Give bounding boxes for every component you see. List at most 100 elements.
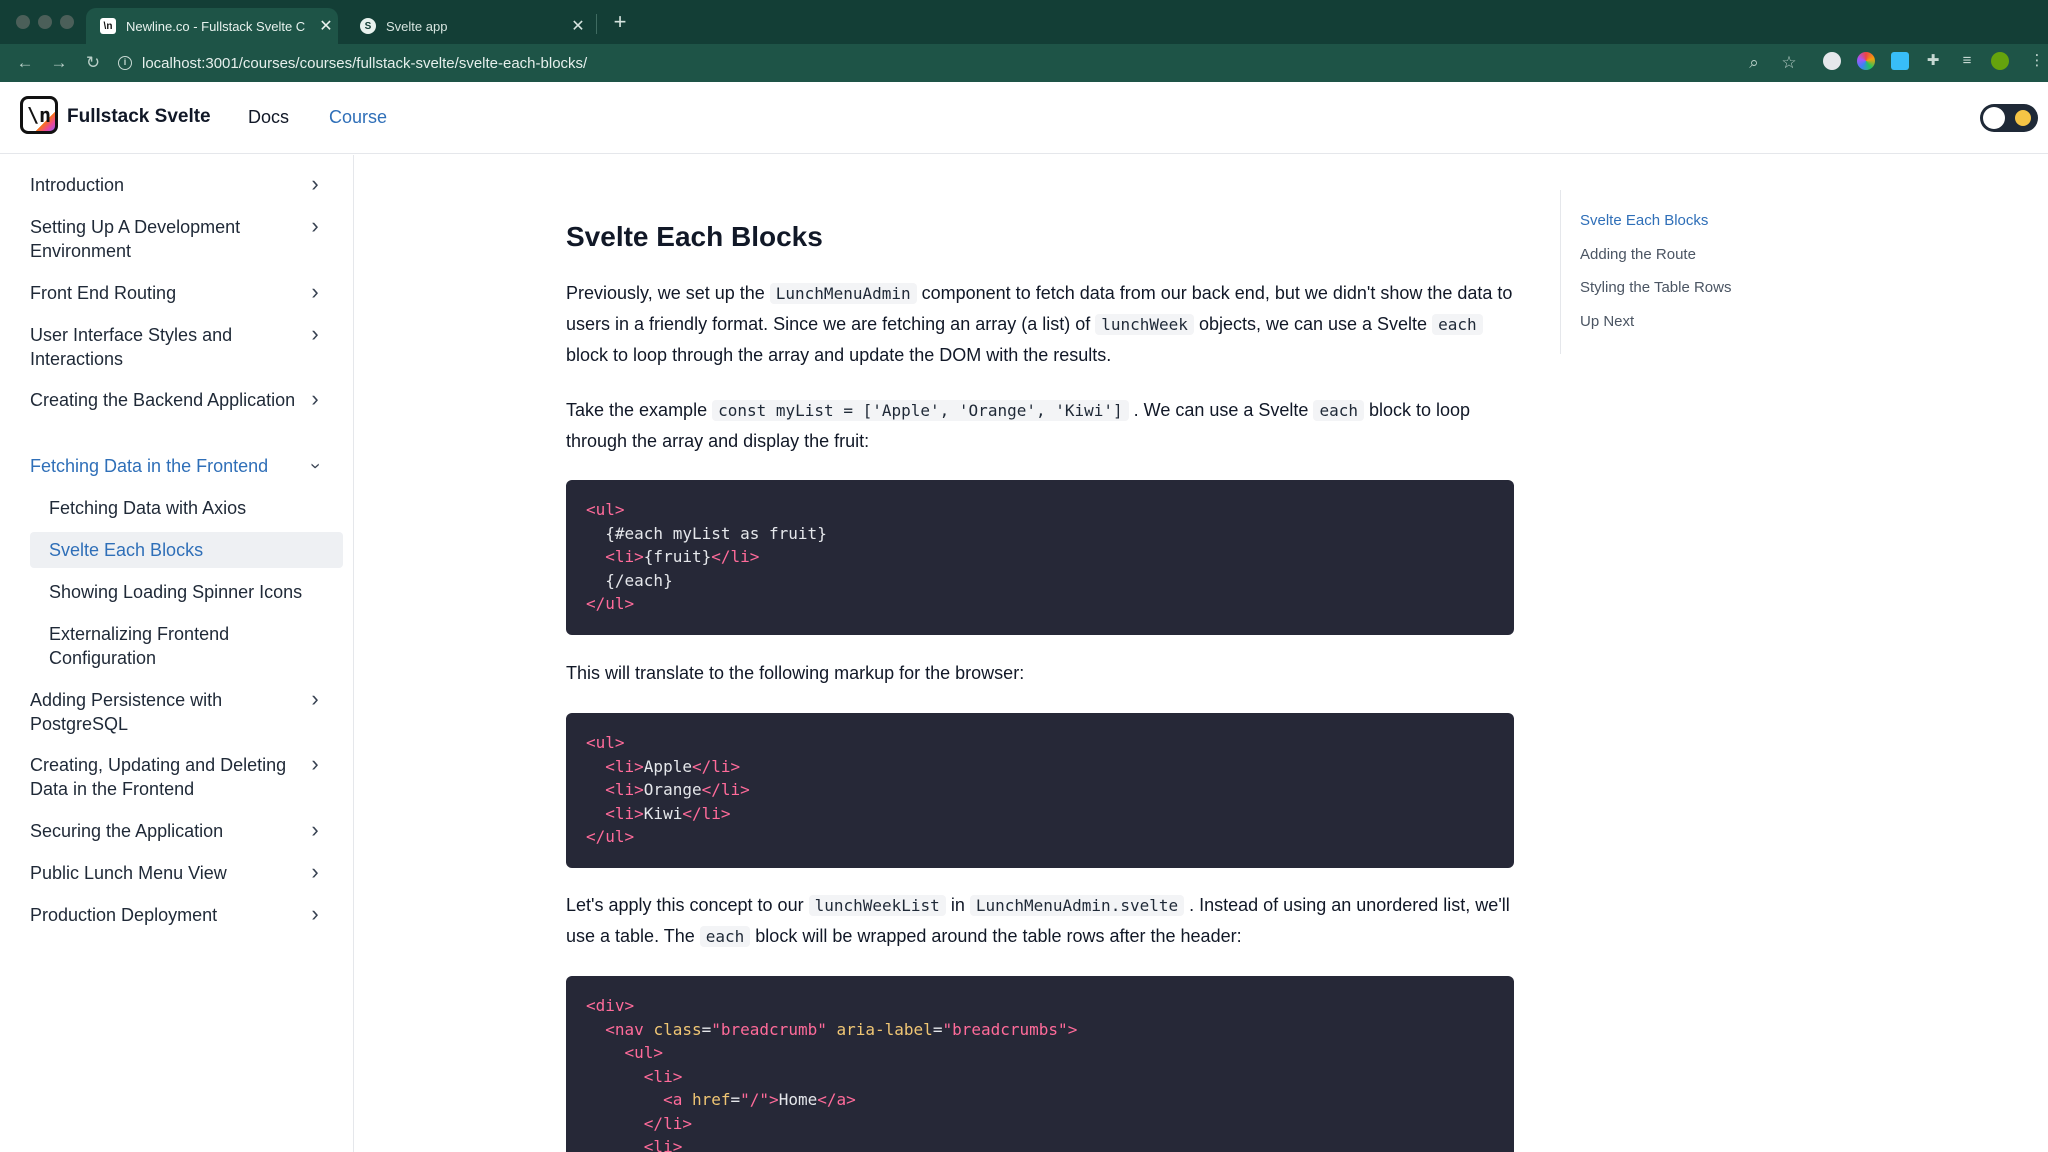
chevron-right-icon[interactable]: › [306,173,324,197]
new-tab-icon[interactable]: + [608,10,632,34]
sidebar-item-label: Creating the Backend Application [30,390,296,410]
sidebar-item-label: User Interface Styles and Interactions [30,325,233,369]
text: in [945,895,970,915]
text: . We can use a Svelte [1128,400,1314,420]
inline-code: LunchMenuAdmin [769,283,917,304]
chevron-down-icon[interactable]: › [303,457,327,475]
nav-course-link[interactable]: Course [329,107,387,128]
profile-avatar-icon[interactable] [1991,52,2009,70]
newline-logo-icon[interactable]: \n [20,96,58,134]
code-line: <ul> [624,1043,664,1062]
window-close-dot[interactable] [16,15,30,29]
paragraph-intro: Previously, we set up the LunchMenuAdmin… [566,278,1514,371]
code-line: <li> [643,1066,683,1086]
code-line: </li> [643,1113,692,1133]
code-block-markup: <ul> <li>Apple</li> <li>Orange</li> <li>… [566,713,1514,868]
paragraph-example: Take the example const myList = ['Apple'… [566,395,1514,457]
sidebar-item-public-menu[interactable]: Public Lunch Menu View › [30,861,340,885]
forward-arrow-icon[interactable]: → [48,52,70,74]
chevron-right-icon[interactable]: › [306,819,324,843]
text: Let's apply this concept to our [566,895,809,915]
browser-tab-svelte-app[interactable]: S Svelte app ✕ [346,8,590,44]
code-line: {/each} [586,570,673,590]
code-line: <li>{fruit}</li> [605,547,760,566]
toc-link-styling-rows[interactable]: Styling the Table Rows [1580,279,1731,296]
tab-separator [596,14,597,34]
nav-docs-link[interactable]: Docs [248,107,289,128]
sidebar-item-label: Production Deployment [30,905,218,925]
inline-code: LunchMenuAdmin.svelte [969,895,1185,916]
sidebar-item-crud[interactable]: Creating, Updating and Deleting Data in … [30,753,340,801]
text: block to loop through the array and upda… [566,345,1112,365]
sidebar-item-fetching-data[interactable]: Fetching Data in the Frontend › [30,454,340,478]
back-arrow-icon[interactable]: ← [14,52,36,74]
chevron-right-icon[interactable]: › [306,753,324,777]
reload-icon[interactable]: ↻ [82,52,104,74]
browser-tabstrip: \n Newline.co - Fullstack Svelte C ✕ S S… [0,0,2048,44]
sidebar-item-dev-environment[interactable]: Setting Up A Development Environment › [30,215,340,263]
sun-icon [2015,110,2031,126]
zoom-icon[interactable]: ⌕ [1743,52,1765,74]
code-line: <li>Apple</li> [605,756,741,776]
inline-code: each [1432,314,1483,335]
paragraph-apply: Let's apply this concept to our lunchWee… [566,890,1514,952]
theme-toggle[interactable] [1980,104,2038,132]
code-line: <li> [643,1137,683,1152]
sidebar-item-label: Creating, Updating and Deleting Data in … [30,755,287,799]
extension-circle-icon[interactable] [1823,52,1841,70]
color-picker-extension-icon[interactable] [1857,52,1875,70]
chevron-right-icon[interactable]: › [306,215,324,239]
toc-link-each-blocks[interactable]: Svelte Each Blocks [1580,212,1708,229]
chevron-right-icon[interactable]: › [306,388,324,412]
tab-title: Newline.co - Fullstack Svelte C [126,18,306,34]
sidebar-item-label: Public Lunch Menu View [30,863,227,883]
menu-kebab-icon[interactable]: ⋮ [2026,50,2048,72]
sidebar-item-deployment[interactable]: Production Deployment › [30,903,340,927]
chevron-right-icon[interactable]: › [306,323,324,347]
text: Previously, we set up the [566,283,770,303]
tab-close-icon[interactable]: ✕ [314,16,338,36]
sidebar-item-introduction[interactable]: Introduction › [30,173,340,197]
chevron-right-icon[interactable]: › [306,688,324,712]
screenshot-extension-icon[interactable] [1891,52,1909,70]
site-header: \n Fullstack Svelte Docs Course [0,82,2048,154]
site-info-icon[interactable]: i [118,56,132,70]
inline-code: lunchWeekList [808,895,946,916]
sidebar-item-front-end-routing[interactable]: Front End Routing › [30,281,340,305]
code-line: </ul> [586,594,635,613]
sidebar-item-label: Adding Persistence with PostgreSQL [30,690,223,734]
address-bar[interactable]: i localhost:3001/courses/courses/fullsta… [118,48,1798,78]
window-minimize-dot[interactable] [38,15,52,29]
code-line: <li>Orange</li> [605,780,750,799]
sidebar-item-label: Setting Up A Development Environment [30,217,241,261]
toggle-knob [1983,107,2005,129]
toc-link-up-next[interactable]: Up Next [1580,313,1634,330]
toc-link-adding-route[interactable]: Adding the Route [1580,246,1696,263]
chevron-right-icon[interactable]: › [306,861,324,885]
text: Take the example [566,400,713,420]
code-line: <div> [586,996,635,1015]
sidebar-subitem-spinner[interactable]: Showing Loading Spinner Icons [30,580,343,604]
chevron-right-icon[interactable]: › [306,903,324,927]
reading-list-icon[interactable]: ≡ [1956,50,1978,72]
brand-title[interactable]: Fullstack Svelte [67,106,211,128]
chevron-right-icon[interactable]: › [306,281,324,305]
sidebar-item-backend[interactable]: Creating the Backend Application › [30,388,340,412]
paragraph-translate: This will translate to the following mar… [566,663,1025,683]
url-text: localhost:3001/courses/courses/fullstack… [142,54,588,72]
tab-close-icon[interactable]: ✕ [566,16,590,36]
newline-favicon-icon: \n [100,18,116,34]
sidebar-subitem-each-blocks[interactable]: Svelte Each Blocks [30,532,343,568]
extensions-puzzle-icon[interactable]: ✚ [1922,50,1944,72]
code-block-table: <div> <nav class="breadcrumb" aria-label… [566,976,1514,1152]
bookmark-star-icon[interactable]: ☆ [1778,52,1800,74]
sidebar-subitem-config[interactable]: Externalizing Frontend Configuration [30,622,330,670]
sidebar-item-ui-styles[interactable]: User Interface Styles and Interactions › [30,323,340,371]
sidebar-item-persistence[interactable]: Adding Persistence with PostgreSQL › [30,688,340,736]
svelte-favicon-icon: S [360,18,376,34]
browser-toolbar: ← → ↻ i localhost:3001/courses/courses/f… [0,44,2048,82]
sidebar-item-securing[interactable]: Securing the Application › [30,819,340,843]
browser-tab-newline[interactable]: \n Newline.co - Fullstack Svelte C ✕ [86,8,338,44]
window-zoom-dot[interactable] [60,15,74,29]
sidebar-subitem-axios[interactable]: Fetching Data with Axios [30,496,343,520]
